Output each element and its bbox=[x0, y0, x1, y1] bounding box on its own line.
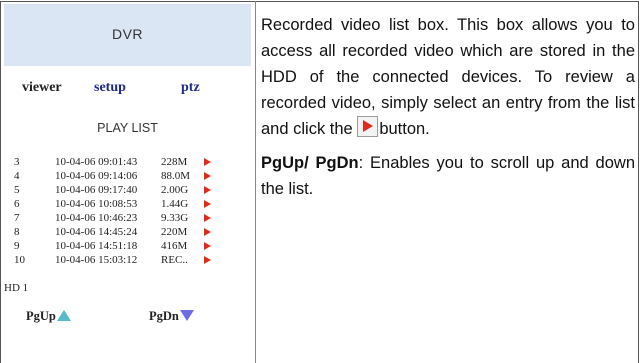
entry-datetime: 10-04-06 14:51:18 bbox=[55, 240, 138, 252]
entry-number: 9 bbox=[14, 240, 20, 252]
dvr-panel: DVR viewer setup ptz PLAY LIST 3 10-04-0… bbox=[4, 4, 251, 363]
entry-datetime: 10-04-06 09:01:43 bbox=[55, 156, 138, 168]
entry-size: 9.33G bbox=[161, 212, 189, 224]
nav-viewer-link[interactable]: viewer bbox=[22, 80, 62, 96]
play-icon[interactable] bbox=[204, 214, 211, 222]
playlist-row[interactable]: 9 10-04-06 14:51:18 416M bbox=[4, 240, 251, 254]
entry-number: 10 bbox=[14, 254, 25, 266]
entry-size: REC.. bbox=[161, 254, 188, 266]
play-icon[interactable] bbox=[204, 200, 211, 208]
description-para1: Recorded video list box. This box allows… bbox=[261, 12, 635, 142]
para2-term: PgUp/ PgDn bbox=[261, 154, 359, 172]
play-button-icon bbox=[357, 116, 379, 137]
entry-datetime: 10-04-06 15:03:12 bbox=[55, 254, 138, 266]
frame-left-border bbox=[0, 1, 1, 363]
play-icon[interactable] bbox=[204, 186, 211, 194]
entry-size: 88.0M bbox=[161, 170, 191, 182]
description: Recorded video list box. This box allows… bbox=[261, 12, 635, 202]
entry-datetime: 10-04-06 09:14:06 bbox=[55, 170, 138, 182]
down-arrow-icon bbox=[179, 310, 194, 321]
play-icon[interactable] bbox=[204, 158, 211, 166]
description-para2: PgUp/ PgDn: Enables you to scroll up and… bbox=[261, 150, 635, 202]
entry-size: 228M bbox=[161, 156, 188, 168]
entry-number: 7 bbox=[14, 212, 20, 224]
pgup-label: PgUp bbox=[26, 309, 56, 323]
entry-size: 1.44G bbox=[161, 198, 189, 210]
entry-number: 3 bbox=[14, 156, 20, 168]
playlist-row[interactable]: 4 10-04-06 09:14:06 88.0M bbox=[4, 170, 251, 184]
play-icon[interactable] bbox=[204, 242, 211, 250]
pgdn-button[interactable]: PgDn bbox=[149, 309, 194, 324]
play-icon[interactable] bbox=[204, 256, 211, 264]
entry-datetime: 10-04-06 09:17:40 bbox=[55, 184, 138, 196]
dvr-header: DVR bbox=[4, 4, 251, 66]
entry-size: 2.00G bbox=[161, 184, 189, 196]
hd-label: HD 1 bbox=[4, 282, 29, 294]
entry-datetime: 10-04-06 10:08:53 bbox=[55, 198, 138, 210]
frame-top-border bbox=[0, 1, 638, 2]
playlist-row[interactable]: 3 10-04-06 09:01:43 228M bbox=[4, 156, 251, 170]
para1-text: Recorded video list box. This box allows… bbox=[261, 16, 635, 138]
frame-divider bbox=[255, 1, 256, 363]
para1-end: button. bbox=[379, 120, 430, 138]
entry-size: 220M bbox=[161, 226, 188, 238]
playlist-row[interactable]: 10 10-04-06 15:03:12 REC.. bbox=[4, 254, 251, 268]
entry-number: 8 bbox=[14, 226, 20, 238]
playlist-row[interactable]: 6 10-04-06 10:08:53 1.44G bbox=[4, 198, 251, 212]
entry-datetime: 10-04-06 14:45:24 bbox=[55, 226, 138, 238]
entry-number: 4 bbox=[14, 170, 20, 182]
frame-right-border bbox=[638, 1, 639, 363]
up-arrow-icon bbox=[56, 310, 71, 321]
nav-setup-link[interactable]: setup bbox=[94, 80, 126, 96]
dvr-title: DVR bbox=[111, 26, 144, 42]
playlist-row[interactable]: 8 10-04-06 14:45:24 220M bbox=[4, 226, 251, 240]
playlist-row[interactable]: 7 10-04-06 10:46:23 9.33G bbox=[4, 212, 251, 226]
entry-datetime: 10-04-06 10:46:23 bbox=[55, 212, 138, 224]
playlist-title: PLAY LIST bbox=[97, 121, 158, 135]
pgup-button[interactable]: PgUp bbox=[26, 309, 71, 324]
play-icon[interactable] bbox=[204, 172, 211, 180]
pgdn-label: PgDn bbox=[149, 309, 179, 323]
entry-number: 5 bbox=[14, 184, 20, 196]
entry-number: 6 bbox=[14, 198, 20, 210]
play-icon[interactable] bbox=[204, 228, 211, 236]
nav-ptz-link[interactable]: ptz bbox=[181, 80, 200, 96]
entry-size: 416M bbox=[161, 240, 188, 252]
playlist-row[interactable]: 5 10-04-06 09:17:40 2.00G bbox=[4, 184, 251, 198]
